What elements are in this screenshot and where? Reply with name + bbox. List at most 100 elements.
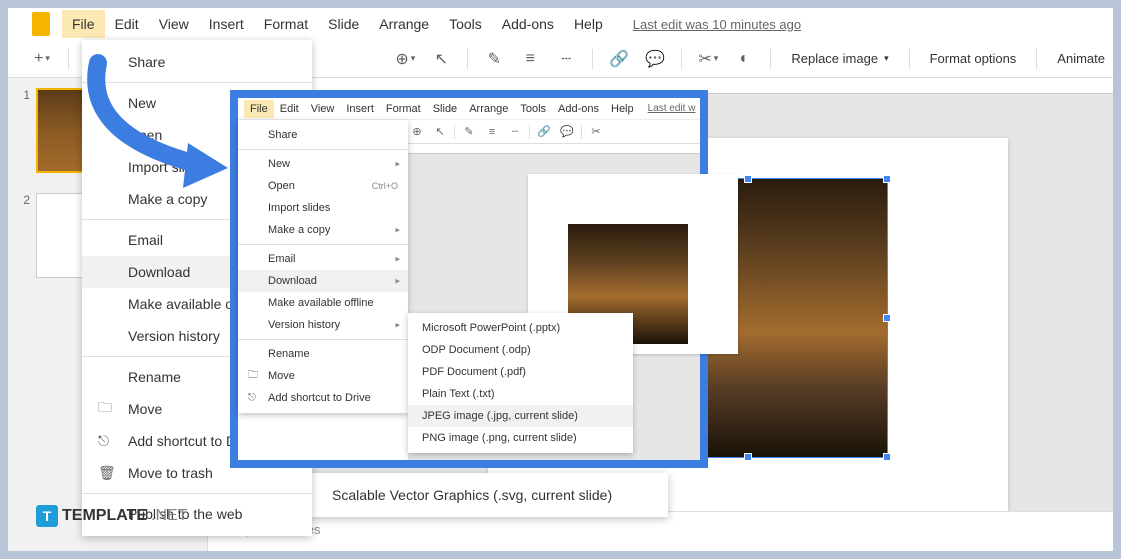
- watermark-brand: TEMPLATE: [62, 507, 147, 525]
- toolbar-sep: [68, 49, 69, 69]
- menu-label: Move to trash: [128, 465, 213, 481]
- trash-icon: 🗑: [98, 465, 116, 482]
- speaker-notes[interactable]: d speaker notes: [208, 511, 1113, 551]
- menu-slide[interactable]: Slide: [318, 10, 369, 38]
- inset-last-edit[interactable]: Last edit w: [648, 103, 696, 114]
- resize-handle[interactable]: [883, 453, 891, 461]
- menu-format[interactable]: Format: [254, 10, 318, 38]
- inset-file-add-shortcut[interactable]: ⎋Add shortcut to Drive: [238, 387, 408, 409]
- zoom-icon[interactable]: ⊕▾: [391, 45, 419, 73]
- link-icon[interactable]: 🔗: [535, 123, 553, 141]
- inset-screenshot: File Edit View Insert Format Slide Arran…: [230, 90, 708, 468]
- toolbar-sep: [909, 49, 910, 69]
- shortcut-icon: ⎋: [98, 433, 109, 450]
- link-icon[interactable]: 🔗: [605, 45, 633, 73]
- menu-help[interactable]: Help: [564, 10, 613, 38]
- download-txt[interactable]: Plain Text (.txt): [408, 383, 633, 405]
- toolbar-sep: [467, 49, 468, 69]
- resize-handle[interactable]: [744, 453, 752, 461]
- toolbar-sep: [454, 125, 455, 139]
- crop-icon[interactable]: ✂▾: [694, 45, 722, 73]
- toolbar-sep: [770, 49, 771, 69]
- inset-file-move[interactable]: 🗀Move: [238, 365, 408, 387]
- inset-menu-edit[interactable]: Edit: [274, 100, 305, 118]
- line-weight-icon[interactable]: ≡: [516, 45, 544, 73]
- border-color-icon[interactable]: ✎: [460, 123, 478, 141]
- inset-menu-slide[interactable]: Slide: [427, 100, 463, 118]
- resize-handle[interactable]: [883, 175, 891, 183]
- inset-file-make-offline[interactable]: Make available offline: [238, 292, 408, 314]
- inset-file-menu: Share New▸ OpenCtrl+O Import slides Make…: [238, 120, 408, 413]
- chevron-right-icon: ▸: [395, 276, 400, 287]
- menu-arrange[interactable]: Arrange: [369, 10, 439, 38]
- select-icon[interactable]: ↖: [427, 45, 455, 73]
- chevron-right-icon: ▸: [395, 254, 400, 265]
- download-svg[interactable]: Scalable Vector Graphics (.svg, current …: [308, 479, 668, 511]
- menu-insert[interactable]: Insert: [199, 10, 254, 38]
- download-pdf[interactable]: PDF Document (.pdf): [408, 361, 633, 383]
- inset-file-new[interactable]: New▸: [238, 153, 408, 175]
- inset-menu-tools[interactable]: Tools: [514, 100, 552, 118]
- resize-handle[interactable]: [744, 175, 752, 183]
- inset-file-import-slides[interactable]: Import slides: [238, 197, 408, 219]
- menu-view[interactable]: View: [149, 10, 199, 38]
- replace-image-button[interactable]: Replace image▾: [783, 47, 896, 70]
- comment-icon[interactable]: 💬: [641, 45, 669, 73]
- inset-file-email[interactable]: Email▸: [238, 248, 408, 270]
- template-net-icon: T: [36, 505, 58, 527]
- folder-icon: 🗀: [248, 368, 258, 385]
- inset-file-version-history[interactable]: Version history▸: [238, 314, 408, 336]
- new-slide-button[interactable]: +▾: [28, 45, 56, 73]
- border-color-icon[interactable]: ✎: [480, 45, 508, 73]
- inset-menu-file[interactable]: File: [244, 100, 274, 118]
- menu-separator: [82, 493, 312, 494]
- menu-file[interactable]: File: [62, 10, 105, 38]
- select-icon[interactable]: ↖: [431, 123, 449, 141]
- inset-menu-format[interactable]: Format: [380, 100, 427, 118]
- inset-menu-arrange[interactable]: Arrange: [463, 100, 514, 118]
- mask-icon[interactable]: ◐: [730, 45, 758, 73]
- menu-edit[interactable]: Edit: [105, 10, 149, 38]
- crop-icon[interactable]: ✂: [587, 123, 605, 141]
- thumb-number: 2: [16, 193, 30, 207]
- menubar: File Edit View Insert Format Slide Arran…: [8, 8, 1113, 40]
- last-edit-link[interactable]: Last edit was 10 minutes ago: [633, 17, 801, 32]
- chevron-right-icon: ▸: [395, 320, 400, 331]
- animate-button[interactable]: Animate: [1049, 47, 1113, 70]
- inset-menubar: File Edit View Insert Format Slide Arran…: [238, 98, 700, 120]
- zoom-icon[interactable]: ⊕: [408, 123, 426, 141]
- inset-file-open[interactable]: Open Ctrl+O: [238, 175, 408, 197]
- inset-menu-addons[interactable]: Add-ons: [552, 100, 605, 118]
- inset-file-rename[interactable]: Rename: [238, 343, 408, 365]
- resize-handle[interactable]: [883, 314, 891, 322]
- menu-label: Open: [268, 180, 295, 192]
- download-pptx[interactable]: Microsoft PowerPoint (.pptx): [408, 317, 633, 339]
- line-dash-icon[interactable]: ┄: [552, 45, 580, 73]
- slides-doc-icon: [32, 12, 50, 36]
- download-png[interactable]: PNG image (.png, current slide): [408, 427, 633, 449]
- menu-addons[interactable]: Add-ons: [492, 10, 564, 38]
- inset-file-make-copy[interactable]: Make a copy▸: [238, 219, 408, 241]
- format-options-button[interactable]: Format options: [922, 47, 1025, 70]
- line-weight-icon[interactable]: ≡: [483, 123, 501, 141]
- menu-label: Move: [128, 401, 162, 417]
- toolbar-sep: [681, 49, 682, 69]
- shortcut-icon: ⎋: [248, 393, 256, 404]
- template-net-watermark: T TEMPLATE.NET: [36, 505, 187, 527]
- shortcut-text: Ctrl+O: [372, 181, 398, 191]
- menu-label: Download: [128, 264, 190, 280]
- comment-icon[interactable]: 💬: [558, 123, 576, 141]
- inset-file-download[interactable]: Download▸: [238, 270, 408, 292]
- menu-tools[interactable]: Tools: [439, 10, 492, 38]
- menu-label: Email: [128, 232, 163, 248]
- inset-menu-insert[interactable]: Insert: [340, 100, 380, 118]
- inset-menu-view[interactable]: View: [305, 100, 341, 118]
- menu-separator: [238, 149, 408, 150]
- download-jpg[interactable]: JPEG image (.jpg, current slide): [408, 405, 633, 427]
- download-odp[interactable]: ODP Document (.odp): [408, 339, 633, 361]
- inset-menu-help[interactable]: Help: [605, 100, 640, 118]
- inset-file-share[interactable]: Share: [238, 124, 408, 146]
- menu-label: New: [268, 158, 290, 170]
- folder-icon: 🗀: [98, 397, 112, 421]
- line-dash-icon[interactable]: ┄: [506, 123, 524, 141]
